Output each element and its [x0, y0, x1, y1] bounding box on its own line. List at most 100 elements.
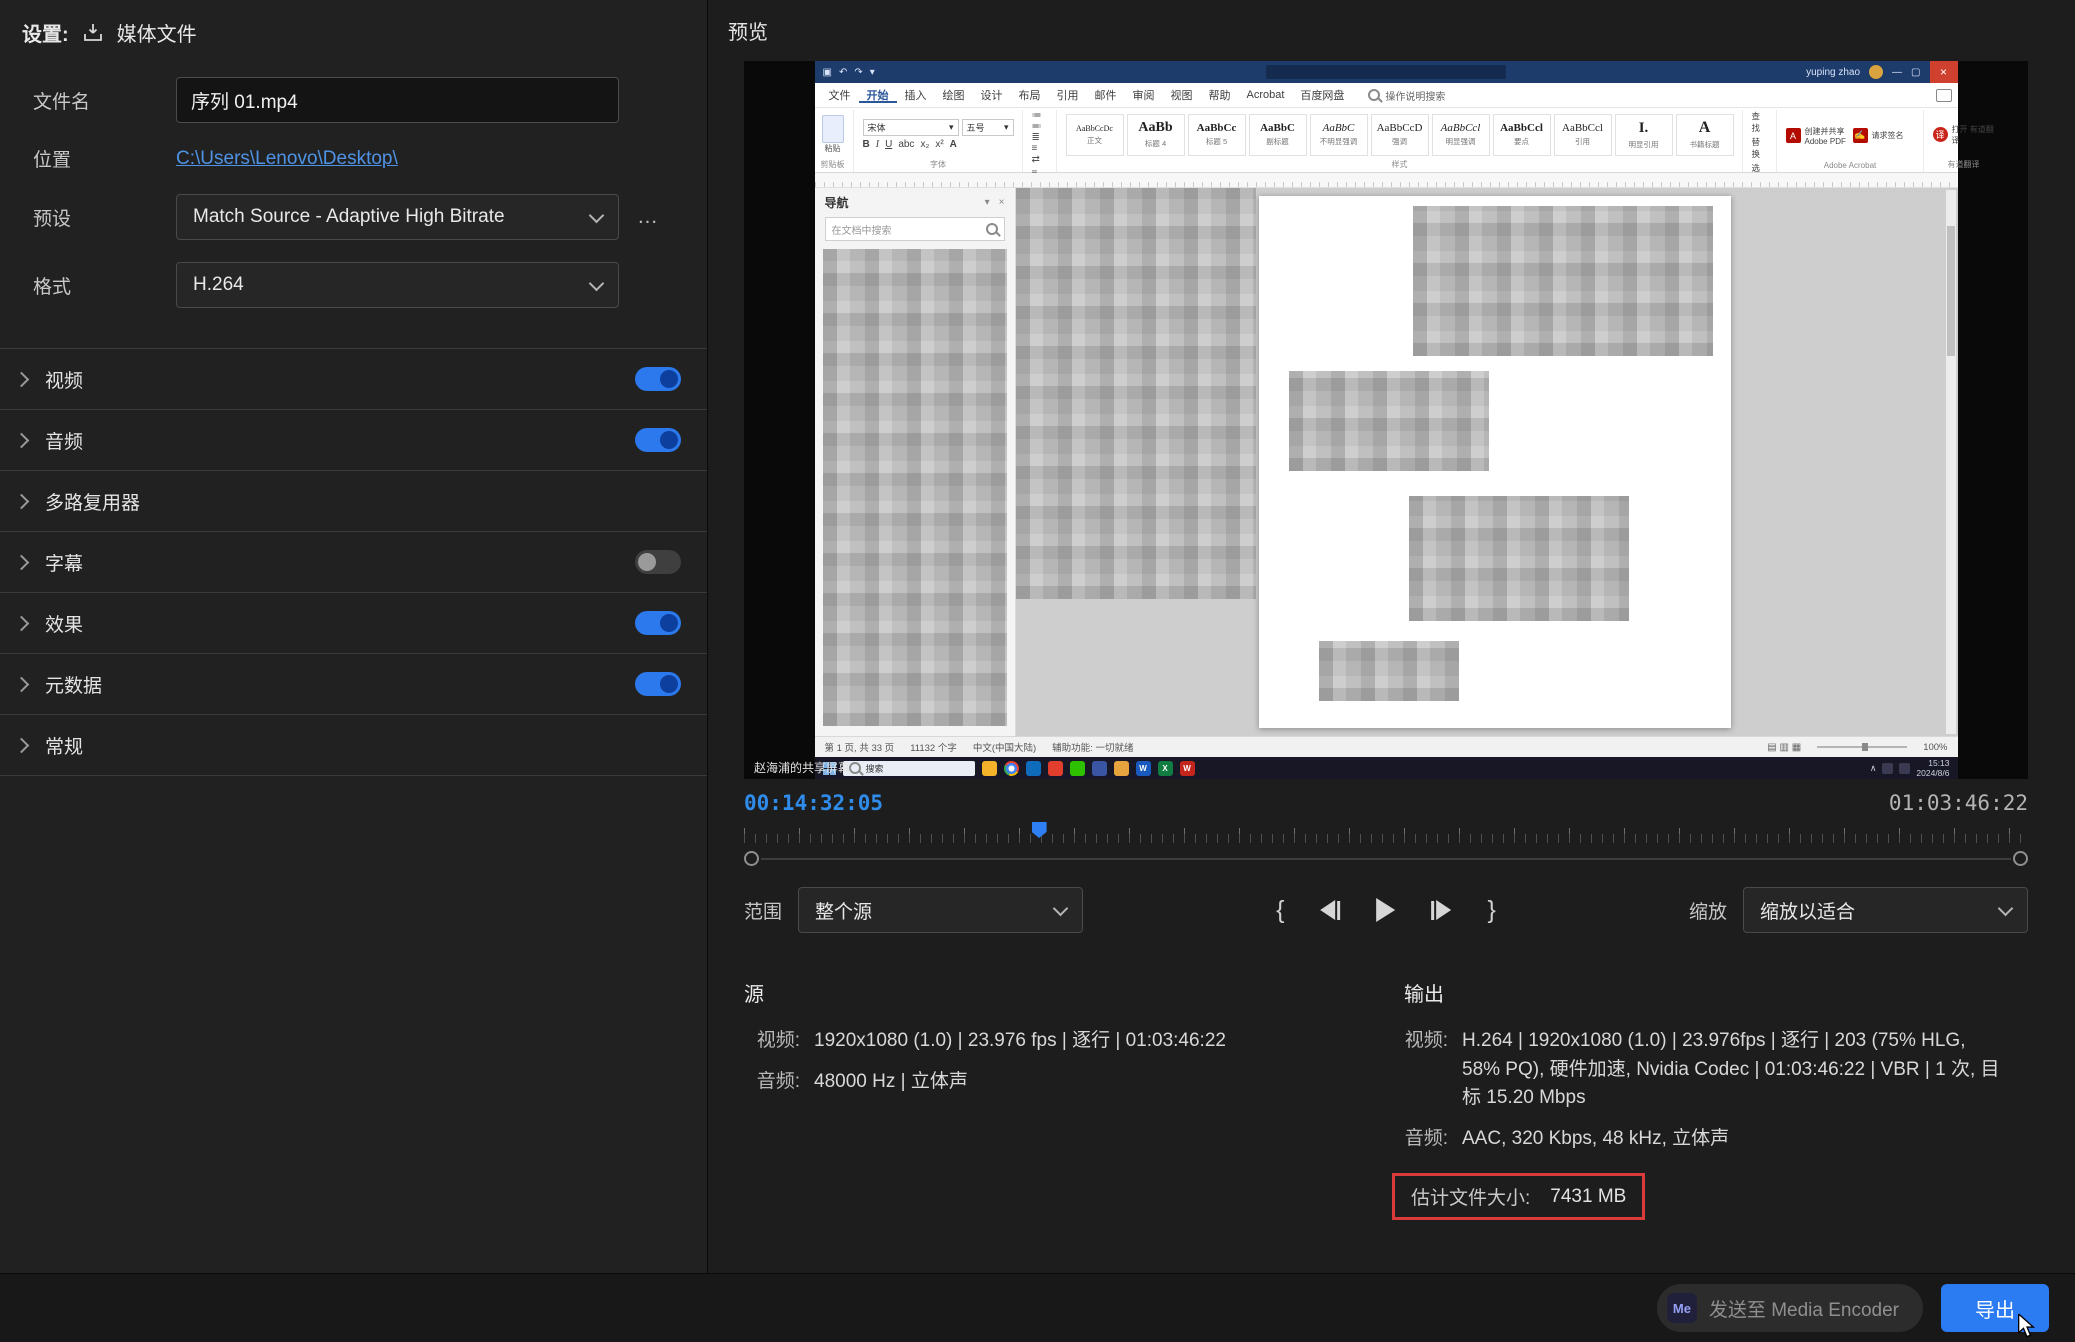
scrollbar	[1945, 190, 1956, 734]
signature-icon: ✍	[1852, 128, 1868, 143]
play-button[interactable]	[1376, 898, 1396, 922]
preset-select[interactable]: Match Source - Adaptive High Bitrate	[176, 194, 619, 240]
style-card[interactable]: AaBbC 不明显强调	[1309, 113, 1368, 156]
chevron-down-icon	[588, 207, 605, 223]
section-audio[interactable]: 音频	[0, 410, 707, 471]
section-video[interactable]: 视频	[0, 349, 707, 410]
style-card[interactable]: AaBbCcl 引用	[1553, 113, 1612, 156]
style-card[interactable]: AaBbCcDc 正文	[1065, 113, 1124, 156]
section-multiplexer[interactable]: 多路复用器	[0, 471, 707, 532]
tab-draw: 绘图	[942, 90, 965, 102]
search-icon	[985, 223, 998, 235]
range-select[interactable]: 整个源	[798, 887, 1084, 933]
taskbar-search: 搜索	[842, 760, 975, 776]
preset-more-button[interactable]: …	[637, 205, 661, 229]
style-name: 明显强调	[1445, 137, 1476, 146]
metadata-toggle[interactable]	[635, 672, 681, 696]
zoom-group: 缩放 缩放以适合	[1689, 887, 2028, 933]
output-audio-label: 音频:	[1404, 1127, 1448, 1149]
section-captions[interactable]: 字幕	[0, 532, 707, 593]
document-canvas	[1015, 188, 1958, 736]
restore-icon: ▢	[1911, 66, 1921, 78]
filename-label: 文件名	[33, 91, 91, 113]
styles-gallery: AaBbCcDc 正文 AaBb 标题 4 AaBbCc 标题 5 AaBbC …	[1065, 110, 1734, 159]
style-card[interactable]: AaBbCc 标题 5	[1187, 113, 1246, 156]
captions-toggle[interactable]	[635, 550, 681, 574]
section-metadata[interactable]: 元数据	[0, 654, 707, 715]
chevron-right-icon	[13, 676, 30, 692]
format-select[interactable]: H.264	[176, 262, 619, 308]
style-card[interactable]: AaBb 标题 4	[1126, 113, 1185, 156]
nav-headings-blurred	[822, 249, 1007, 726]
volume-icon	[1899, 762, 1911, 774]
step-back-button[interactable]	[1320, 900, 1341, 920]
preview-stage[interactable]: 赵海浦的共享屏幕 ▣ ↶ ↷ ▾ yuping zhao — ▢ × 文件 开始…	[744, 61, 2028, 779]
tab-mailings: 邮件	[1094, 90, 1117, 102]
word-titlebar: ▣ ↶ ↷ ▾ yuping zhao — ▢ ×	[814, 61, 1958, 83]
tab-review: 审阅	[1132, 90, 1155, 102]
strikethrough-icon: abc	[898, 139, 915, 150]
zoom-select[interactable]: 缩放以适合	[1743, 887, 2028, 933]
word-icon: W	[1135, 760, 1151, 776]
source-video-value: 1920x1080 (1.0) | 23.976 fps | 逐行 | 01:0…	[814, 1030, 1226, 1051]
style-card[interactable]: A 书籍标题	[1675, 113, 1734, 156]
output-video-label: 视频:	[1404, 1030, 1448, 1051]
source-audio-value: 48000 Hz | 立体声	[814, 1070, 968, 1092]
style-card[interactable]: AaBbCcl 要点	[1492, 113, 1551, 156]
effects-toggle[interactable]	[635, 611, 681, 635]
search-placeholder: 在文档中搜索	[831, 225, 892, 237]
style-card[interactable]: I. 明显引用	[1614, 113, 1673, 156]
word-window: ▣ ↶ ↷ ▾ yuping zhao — ▢ × 文件 开始 插入 绘图 设计…	[814, 61, 1994, 779]
search-icon	[1368, 89, 1381, 101]
section-effects[interactable]: 效果	[0, 593, 707, 654]
word-statusbar: 第 1 页, 共 33 页 11132 个字 中文(中国大陆) 辅助功能: 一切…	[814, 736, 1958, 757]
chrome-icon	[1003, 760, 1019, 776]
style-sample: AaBbCc	[1196, 122, 1237, 134]
navigation-pane: 导航 ▾ × 在文档中搜索	[814, 188, 1016, 736]
taskbar-search-label: 搜索	[865, 763, 884, 774]
group-label-styles: 样式	[1391, 160, 1408, 169]
out-point-handle[interactable]	[2013, 851, 2028, 866]
send-to-media-encoder-button[interactable]: Me 发送至 Media Encoder	[1656, 1284, 1923, 1332]
current-timecode: 00:14:32:05	[744, 791, 884, 815]
chevron-right-icon	[13, 554, 30, 570]
word-body: 导航 ▾ × 在文档中搜索	[814, 188, 1958, 736]
style-name: 强调	[1392, 137, 1407, 146]
section-general[interactable]: 常规	[0, 715, 707, 776]
audio-toggle[interactable]	[635, 428, 681, 452]
chevron-down-icon: ▾	[984, 197, 990, 208]
group-label-font: 字体	[930, 160, 946, 169]
avatar	[1869, 65, 1884, 79]
chevron-down-icon: ▾	[869, 66, 875, 78]
playhead[interactable]	[1031, 822, 1047, 838]
source-info: 源 视频: 1920x1080 (1.0) | 23.976 fps | 逐行 …	[744, 978, 1404, 1220]
section-label: 多路复用器	[45, 492, 141, 514]
zoom-label: 缩放	[1688, 901, 1727, 923]
send-button-label: 发送至 Media Encoder	[1708, 1299, 1899, 1321]
filename-input[interactable]: 序列 01.mp4	[176, 77, 619, 123]
scrubber-track[interactable]	[761, 857, 2011, 860]
style-name: 书籍标题	[1689, 140, 1720, 149]
style-card[interactable]: AaBbC 副标题	[1248, 113, 1307, 156]
source-title: 源	[744, 984, 764, 1006]
video-toggle[interactable]	[635, 367, 681, 391]
style-card[interactable]: AaBbCcD 强调	[1370, 113, 1429, 156]
style-card[interactable]: AaBbCcl 明显强调	[1431, 113, 1490, 156]
set-in-point-button[interactable]: {	[1276, 896, 1284, 925]
step-forward-button[interactable]	[1431, 900, 1452, 920]
app-icon	[1091, 760, 1107, 776]
location-link[interactable]: C:\Users\Lenovo\Desktop\	[176, 148, 398, 170]
style-name: 副标题	[1266, 137, 1289, 146]
set-out-point-button[interactable]: }	[1488, 896, 1496, 925]
mouse-cursor-icon	[2018, 1314, 2036, 1338]
system-tray: ∧ 15:13 2024/8/6	[1870, 758, 1950, 778]
chevron-right-icon	[13, 493, 30, 509]
in-point-handle[interactable]	[744, 851, 759, 866]
timeline-ruler[interactable]	[744, 819, 2028, 843]
adobe-pdf-icon: A	[1785, 128, 1801, 143]
group-label-clipboard: 剪贴板	[820, 160, 845, 169]
list-icons: ≔ ≕ ≣ ≡ ⇄	[1031, 110, 1043, 165]
section-label: 元数据	[45, 675, 103, 697]
tell-me-label: 操作说明搜索	[1385, 91, 1446, 103]
tab-baidu: 百度网盘	[1300, 90, 1345, 102]
